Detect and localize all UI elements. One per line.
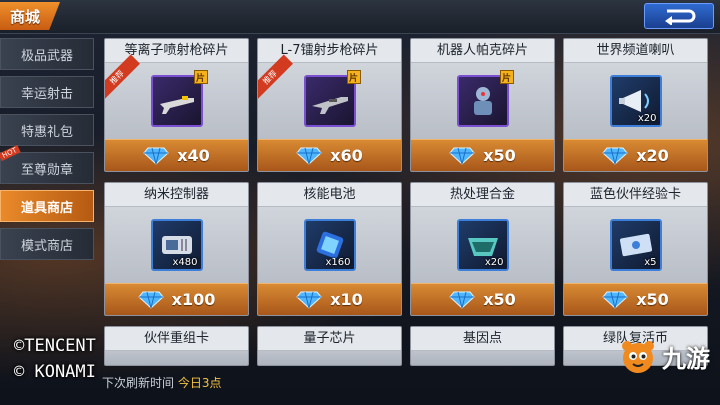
alloy-icon: x20 [456,219,509,271]
item-quantity: x480 [172,257,198,268]
jiuyou-brand-text: 九游 [662,344,710,373]
item-quantity: x20 [637,113,657,124]
buy-button[interactable]: x50 [411,283,554,315]
jiuyou-logo: 九游 [618,336,710,376]
robot-icon: 片 [456,70,514,127]
refresh-value: 今日3点 [177,376,222,390]
sidebar-item-elite-weapons[interactable]: 极品武器 [0,38,94,70]
item-display: 片 [411,63,554,139]
item-graphic [311,97,348,114]
jiuyou-mascot-icon [622,341,654,373]
item-graphic [159,96,194,114]
diamond-icon [602,291,628,309]
item-price: x50 [636,290,669,309]
item-price: x100 [171,290,216,309]
diamond-icon [137,291,164,309]
back-button[interactable] [644,3,714,29]
diamond-icon [449,291,475,309]
refresh-label: 下次刷新时间 [102,376,175,390]
item-name: 热处理合金 [411,183,554,207]
diamond-icon [143,147,169,165]
item-display: x20 [411,207,554,283]
buy-button[interactable]: x40 [105,139,248,171]
item-name: 核能电池 [258,183,401,207]
back-arrow-icon [665,9,696,25]
nano-controller-icon: x480 [150,219,203,271]
buy-button[interactable]: x20 [564,139,707,171]
item-name: 机器人帕克碎片 [411,39,554,63]
shop-item-card[interactable]: 机器人帕克碎片片 x50 [410,38,555,172]
shop-item-card[interactable]: 纳米控制器 x480 x100 [104,182,249,316]
item-price: x10 [330,290,363,309]
buy-button[interactable]: x10 [258,283,401,315]
item-display: x160 [258,207,401,283]
shop-item-card[interactable]: 核能电池 x160 x10 [257,182,402,316]
sidebar-item-label: 至尊勋章 [20,162,73,178]
buy-button[interactable]: x50 [411,139,554,171]
shop-item-card[interactable]: 等离子喷射枪碎片 推荐片 x40 [104,38,249,172]
sidebar-item-mode-shop[interactable]: 模式商店 [0,228,94,260]
sidebar-item-label: 特惠礼包 [20,124,73,140]
sidebar-item-label: 极品武器 [20,48,73,64]
sidebar-item-lucky-shot[interactable]: 幸运射击 [0,76,94,108]
fragment-badge: 片 [193,70,208,84]
diamond-icon [296,291,322,309]
item-display: 推荐片 [258,54,401,139]
diamond-icon [602,147,628,165]
shop-item-card[interactable]: L-7镭射步枪碎片 推荐片 x60 [257,38,402,172]
item-display: x480 [105,207,248,283]
sidebar-item-label: 幸运射击 [20,86,73,102]
konami-watermark: © KONAMI [14,362,96,382]
fragment-badge: 片 [499,70,514,84]
laser-rifle-icon: 片 [303,70,361,127]
item-price: x60 [330,146,363,165]
page-title: 商城 [0,2,60,30]
exp-card-icon: x5 [609,219,662,271]
diamond-icon [296,147,322,165]
shop-item-card[interactable]: 蓝色伙伴经验卡 x5 x50 [563,182,708,316]
buy-button[interactable]: x60 [258,139,401,171]
shop-item-card[interactable]: 基因点 [410,326,555,366]
plasma-rifle-icon: 片 [150,70,208,127]
hot-badge: HOT [0,144,21,162]
sidebar-item-label: 模式商店 [20,238,73,254]
top-bar: 商城 [0,0,720,34]
category-sidebar: 极品武器 幸运射击 特惠礼包 HOT 至尊勋章 道具商店 模式商店 [0,38,94,266]
item-name: 纳米控制器 [105,183,248,207]
item-quantity: x20 [484,257,504,268]
tencent-watermark: ©TENCENT [14,336,96,356]
buy-button[interactable]: x50 [564,283,707,315]
item-display: x20 [564,63,707,139]
buy-button[interactable]: x100 [105,283,248,315]
sidebar-item-supreme-medal[interactable]: HOT 至尊勋章 [0,144,94,184]
item-name: 量子芯片 [258,327,401,351]
item-name: 伙伴重组卡 [105,327,248,351]
item-display: x5 [564,207,707,283]
item-name: 基因点 [411,327,554,351]
item-price: x50 [483,290,516,309]
refresh-timer: 下次刷新时间 今日3点 [102,374,221,391]
item-display: 推荐片 [105,54,248,139]
item-quantity: x160 [325,257,351,268]
shop-item-card[interactable]: 热处理合金 x20 x50 [410,182,555,316]
shop-item-card[interactable]: 世界频道喇叭 x20 x20 [563,38,708,172]
shop-item-card[interactable]: 量子芯片 [257,326,402,366]
shop-item-card[interactable]: 伙伴重组卡 [104,326,249,366]
item-price: x50 [483,146,516,165]
sidebar-item-label: 道具商店 [20,200,73,216]
sidebar-item-item-shop[interactable]: 道具商店 [0,190,94,222]
item-name: 蓝色伙伴经验卡 [564,183,707,207]
sidebar-item-special-packs[interactable]: 特惠礼包 [0,114,94,146]
item-graphic [473,87,492,115]
megaphone-icon: x20 [609,75,662,127]
item-quantity: x5 [644,257,657,268]
diamond-icon [449,147,475,165]
item-price: x40 [177,146,210,165]
battery-icon: x160 [303,219,356,271]
item-price: x20 [636,146,669,165]
item-name: 世界频道喇叭 [564,39,707,63]
fragment-badge: 片 [346,70,361,84]
